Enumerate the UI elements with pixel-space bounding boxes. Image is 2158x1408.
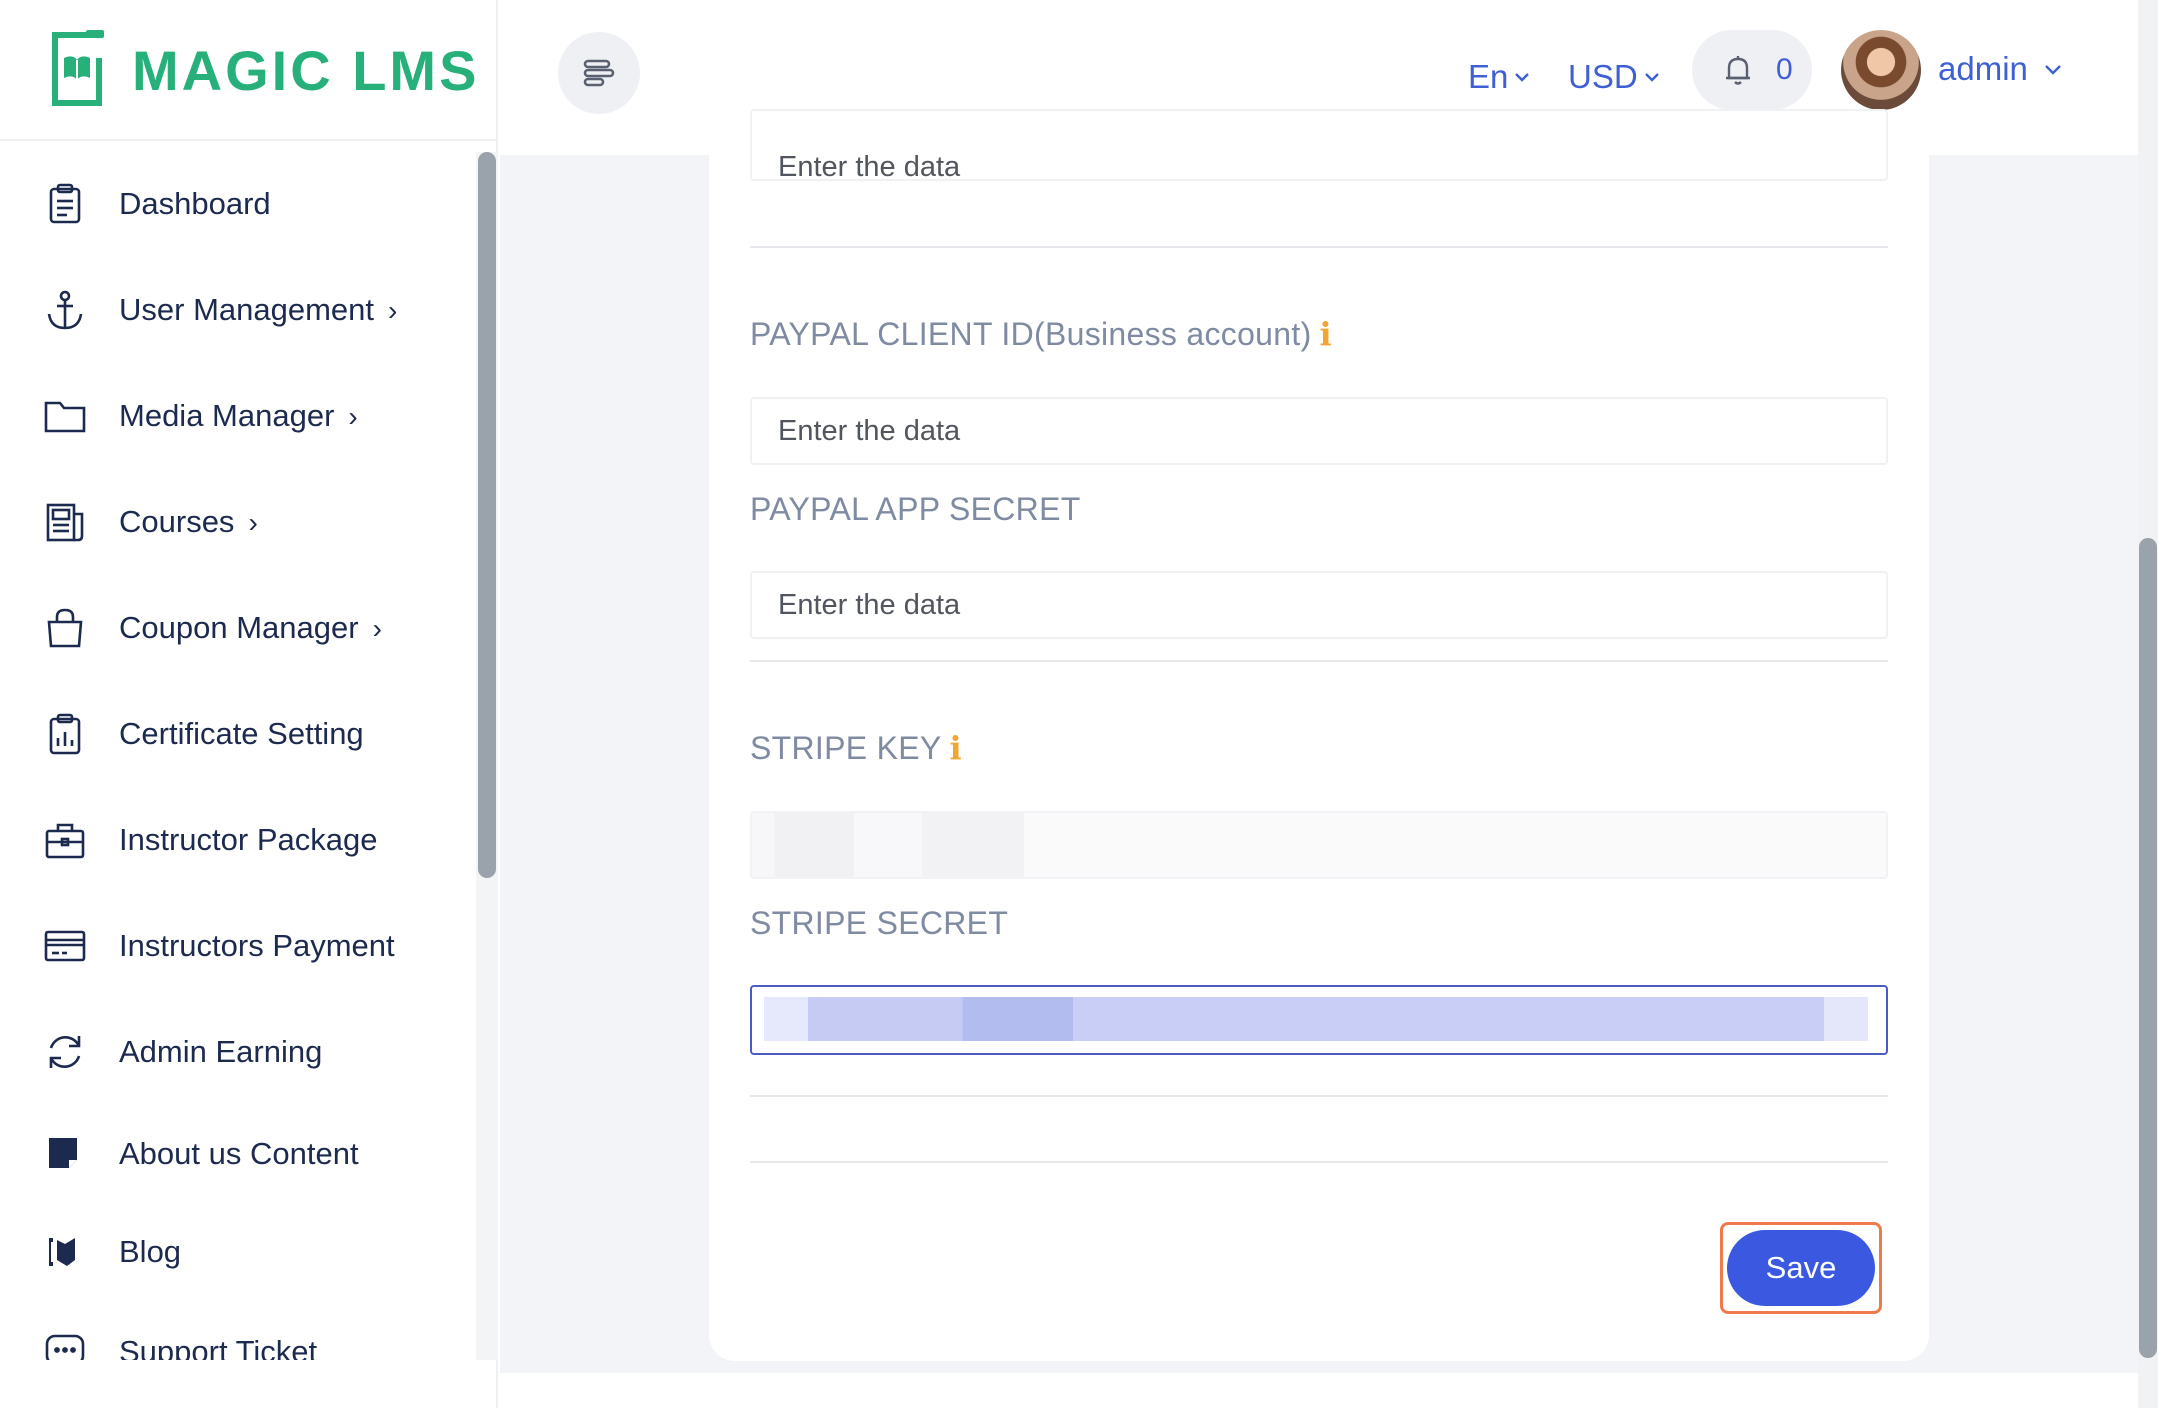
anchor-icon — [42, 287, 88, 333]
shopping-bag-icon — [42, 605, 88, 651]
credit-card-icon — [42, 923, 88, 969]
stripe-key-input[interactable] — [750, 811, 1888, 879]
main-content: PAYPAL CLIENT ID(Business account)i PAYP… — [500, 109, 2138, 1373]
sidebar-item-certificate-setting[interactable]: Certificate Setting — [0, 694, 470, 774]
chevron-down-icon — [1644, 73, 1659, 82]
sidebar-item-label: Instructors Payment — [119, 928, 395, 963]
info-icon[interactable]: i — [1320, 315, 1332, 353]
sticky-note-icon — [42, 1131, 88, 1177]
currency-value: USD — [1568, 58, 1638, 95]
clipboard-chart-icon — [42, 711, 88, 757]
clipboard-list-icon — [42, 181, 88, 227]
paypal-client-id-label: PAYPAL CLIENT ID(Business account) i — [750, 315, 1332, 353]
footer-strip — [500, 1373, 2138, 1408]
notification-count: 0 — [1776, 53, 1793, 86]
sidebar-item-label: Coupon Manager — [119, 610, 359, 645]
sidebar-nav: Dashboard User Management › Media Manager… — [0, 150, 480, 1360]
sidebar-item-blog[interactable]: Blog — [0, 1212, 470, 1292]
info-icon[interactable]: i — [950, 729, 962, 767]
user-menu[interactable]: admin — [1938, 50, 2064, 88]
chevron-down-icon — [2045, 65, 2061, 75]
sidebar-item-label: Instructor Package — [119, 822, 378, 857]
sidebar-item-label-group: Coupon Manager › — [119, 610, 382, 646]
briefcase-icon — [42, 817, 88, 863]
stripe-key-label-text: STRIPE KEY — [750, 730, 942, 766]
payment-settings-card: PAYPAL CLIENT ID(Business account)i PAYP… — [709, 109, 1929, 1361]
chevron-down-icon — [1515, 73, 1530, 82]
sidebar-scrollbar-thumb[interactable] — [478, 152, 496, 878]
page-scrollbar-thumb[interactable] — [2139, 538, 2157, 1358]
paypal-client-id-label-text: PAYPAL CLIENT ID(Business account) — [750, 316, 1312, 352]
newspaper-icon — [42, 499, 88, 545]
sidebar-item-label: Admin Earning — [119, 1034, 323, 1069]
sidebar-item-instructors-payment[interactable]: Instructors Payment — [0, 906, 470, 986]
logo[interactable]: MAGIC LMS — [0, 0, 498, 141]
divider — [750, 1161, 1888, 1163]
sidebar-item-label: About us Content — [119, 1136, 359, 1171]
notifications-button[interactable]: 0 — [1692, 30, 1812, 110]
sidebar-item-label-group: Media Manager › — [119, 398, 358, 434]
language-value: En — [1468, 58, 1509, 95]
stripe-secret-input[interactable] — [750, 985, 1888, 1055]
sidebar-item-label: Courses — [119, 504, 235, 539]
paypal-app-secret-input[interactable] — [750, 571, 1888, 639]
sidebar: MAGIC LMS Dashboard User Management › Me… — [0, 0, 498, 1408]
sidebar-item-label-group: Courses › — [119, 504, 258, 540]
menu-lines-icon — [583, 59, 615, 87]
logo-text: MAGIC LMS — [132, 39, 480, 102]
stripe-secret-label: STRIPE SECRET — [750, 905, 1009, 941]
currency-selector[interactable]: USD — [1568, 58, 1662, 96]
sidebar-item-label: Support Ticket — [119, 1334, 318, 1360]
language-selector[interactable]: En — [1468, 58, 1532, 96]
bell-icon — [1726, 56, 1750, 85]
sidebar-item-about-us-content[interactable]: About us Content — [0, 1114, 470, 1194]
sidebar-item-courses[interactable]: Courses › — [0, 482, 470, 562]
divider — [750, 660, 1888, 662]
sidebar-item-label: Dashboard — [119, 186, 271, 221]
sidebar-item-coupon-manager[interactable]: Coupon Manager › — [0, 588, 470, 668]
chat-dots-icon — [42, 1329, 88, 1360]
refresh-icon — [42, 1029, 88, 1075]
sidebar-item-admin-earning[interactable]: Admin Earning — [0, 1012, 470, 1092]
redacted-value — [764, 997, 1868, 1041]
logo-book-icon — [52, 30, 104, 106]
divider — [750, 1095, 1888, 1097]
sidebar-item-label: Media Manager — [119, 398, 335, 433]
sidebar-item-label: Blog — [119, 1234, 182, 1269]
paypal-app-secret-label: PAYPAL APP SECRET — [750, 491, 1081, 527]
save-button[interactable]: Save — [1727, 1230, 1875, 1306]
sidebar-item-support-ticket[interactable]: Support Ticket — [0, 1312, 470, 1360]
avatar[interactable] — [1841, 30, 1921, 110]
blog-icon — [42, 1229, 88, 1275]
sidebar-item-dashboard[interactable]: Dashboard — [0, 164, 470, 244]
chevron-right-icon: › — [248, 507, 258, 538]
sidebar-item-label: User Management — [119, 292, 375, 327]
sidebar-item-label-group: User Management › — [119, 292, 397, 328]
top-data-input[interactable] — [750, 109, 1888, 181]
sidebar-item-label: Certificate Setting — [119, 716, 364, 751]
user-name: admin — [1938, 50, 2028, 87]
app-root: MAGIC LMS Dashboard User Management › Me… — [0, 0, 2158, 1408]
paypal-client-id-input[interactable] — [750, 397, 1888, 465]
divider — [750, 246, 1888, 248]
sidebar-item-media-manager[interactable]: Media Manager › — [0, 376, 470, 456]
stripe-key-label: STRIPE KEY i — [750, 729, 962, 767]
folder-icon — [42, 393, 88, 439]
sidebar-item-user-management[interactable]: User Management › — [0, 270, 470, 350]
chevron-right-icon: › — [388, 295, 398, 326]
chevron-right-icon: › — [372, 613, 382, 644]
chevron-right-icon: › — [348, 401, 358, 432]
sidebar-item-instructor-package[interactable]: Instructor Package — [0, 800, 470, 880]
sidebar-toggle-button[interactable] — [558, 32, 640, 114]
